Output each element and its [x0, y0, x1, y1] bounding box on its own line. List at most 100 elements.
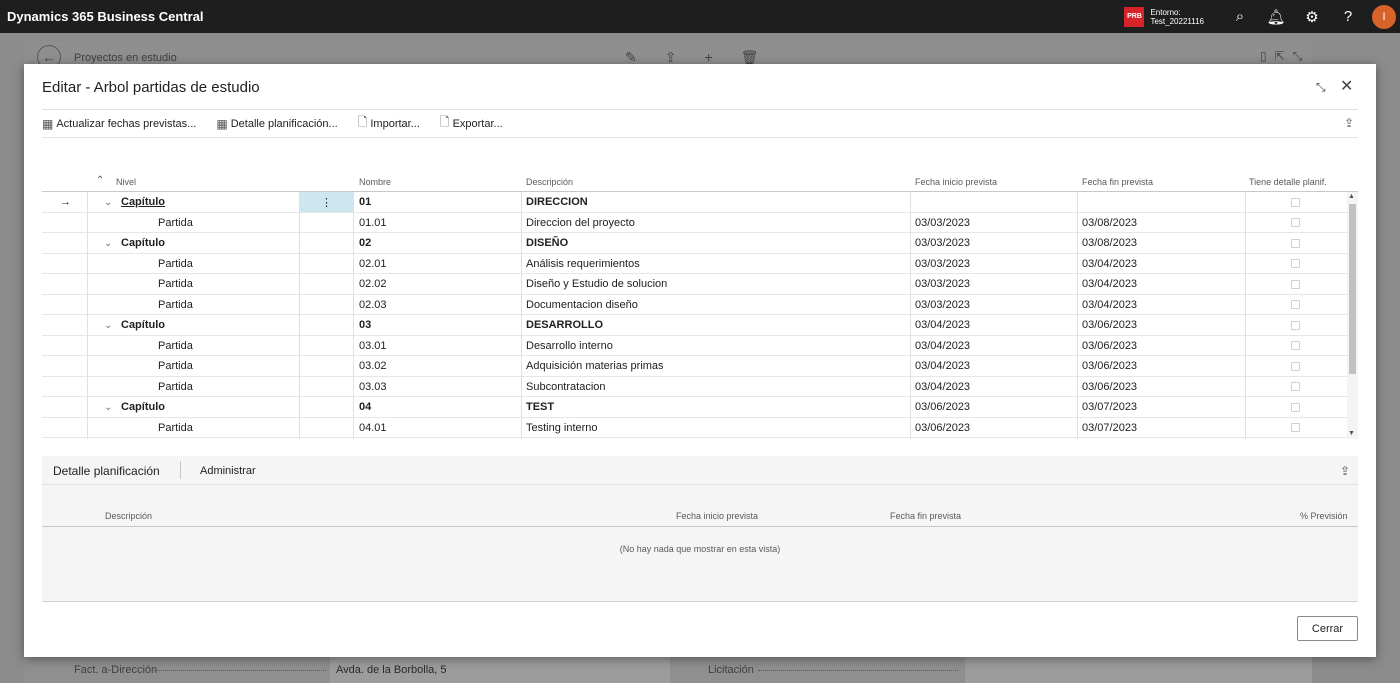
- cell-fecha-inicio[interactable]: 03/04/2023: [915, 315, 970, 335]
- cell-nivel[interactable]: Partida: [158, 377, 193, 397]
- cell-fecha-inicio[interactable]: 03/03/2023: [915, 213, 970, 233]
- cell-fecha-inicio[interactable]: 03/04/2023: [915, 356, 970, 376]
- cell-fecha-fin[interactable]: 03/07/2023: [1082, 418, 1137, 438]
- has-detail-checkbox[interactable]: [1291, 300, 1300, 309]
- cell-descripcion[interactable]: DESARROLLO: [526, 315, 603, 335]
- cell-nivel[interactable]: Partida: [158, 295, 193, 315]
- cell-fecha-fin[interactable]: 03/04/2023: [1082, 274, 1137, 294]
- table-row[interactable]: Partida 02.03 Documentacion diseño 03/03/20…: [42, 294, 1358, 316]
- cell-descripcion[interactable]: Subcontratacion: [526, 377, 606, 397]
- scroll-down-icon[interactable]: ▼: [1348, 430, 1355, 437]
- cell-fecha-fin[interactable]: 03/04/2023: [1082, 295, 1137, 315]
- table-row[interactable]: Partida 03.01 Desarrollo interno 03/04/2023…: [42, 335, 1358, 357]
- part-title[interactable]: Detalle planificación: [53, 464, 160, 478]
- avatar[interactable]: I: [1372, 4, 1396, 29]
- cell-nivel[interactable]: Capítulo: [121, 233, 165, 253]
- cell-nombre[interactable]: 04: [359, 397, 371, 417]
- col-fecha-fin[interactable]: Fecha fin prevista: [1082, 177, 1153, 187]
- has-detail-checkbox[interactable]: [1291, 320, 1300, 330]
- cell-nivel[interactable]: Partida: [158, 356, 193, 376]
- share-icon[interactable]: ⇪: [1344, 116, 1354, 130]
- scroll-thumb[interactable]: [1349, 204, 1356, 374]
- cell-nombre[interactable]: 02: [359, 233, 371, 253]
- cell-descripcion[interactable]: DIRECCION: [526, 192, 588, 212]
- environment-info[interactable]: Entorno: Test_20221116: [1150, 8, 1204, 26]
- cell-nombre[interactable]: 01.01: [359, 213, 387, 233]
- cell-fecha-fin[interactable]: 03/07/2023: [1082, 397, 1137, 417]
- cell-descripcion[interactable]: DISEÑO: [526, 233, 568, 253]
- cell-nombre[interactable]: 03.02: [359, 356, 387, 376]
- table-row[interactable]: Partida 02.01 Análisis requerimientos 03/03…: [42, 253, 1358, 275]
- cell-nombre[interactable]: 01: [359, 192, 371, 212]
- cell-nivel[interactable]: Capítulo: [121, 397, 165, 417]
- cell-fecha-fin[interactable]: 03/06/2023: [1082, 336, 1137, 356]
- has-detail-checkbox[interactable]: [1291, 382, 1300, 391]
- cell-fecha-inicio[interactable]: 03/03/2023: [915, 274, 970, 294]
- has-detail-checkbox[interactable]: [1291, 259, 1300, 268]
- collapse-icon[interactable]: ⤡: [1316, 80, 1326, 95]
- collapse-all-icon[interactable]: ⌃: [96, 175, 104, 186]
- cell-fecha-fin[interactable]: 03/08/2023: [1082, 213, 1137, 233]
- cell-nombre[interactable]: 02.03: [359, 295, 387, 315]
- cell-nombre[interactable]: 03.03: [359, 377, 387, 397]
- cell-descripcion[interactable]: Testing interno: [526, 418, 598, 438]
- table-row[interactable]: Partida 03.03 Subcontratacion 03/04/2023 03/…: [42, 376, 1358, 398]
- cell-nivel[interactable]: Partida: [158, 336, 193, 356]
- search-icon[interactable]: ⌕: [1222, 0, 1258, 33]
- cell-descripcion[interactable]: Diseño y Estudio de solucion: [526, 274, 667, 294]
- cell-descripcion[interactable]: Análisis requerimientos: [526, 254, 640, 274]
- cell-descripcion[interactable]: TEST: [526, 397, 554, 417]
- cell-fecha-inicio[interactable]: 03/04/2023: [915, 336, 970, 356]
- cell-nivel[interactable]: Partida: [158, 213, 193, 233]
- cell-descripcion[interactable]: Adquisición materias primas: [526, 356, 664, 376]
- close-button[interactable]: Cerrar: [1297, 616, 1358, 641]
- has-detail-checkbox[interactable]: [1291, 361, 1300, 371]
- cell-fecha-inicio[interactable]: 03/06/2023: [915, 397, 970, 417]
- has-detail-checkbox[interactable]: [1291, 402, 1300, 412]
- cell-fecha-fin[interactable]: 03/08/2023: [1082, 233, 1137, 253]
- cell-nombre[interactable]: 02.02: [359, 274, 387, 294]
- part-col-prevision[interactable]: % Previsión: [1300, 511, 1348, 521]
- cell-nivel[interactable]: Partida: [158, 254, 193, 274]
- has-detail-checkbox[interactable]: [1291, 341, 1300, 350]
- cell-descripcion[interactable]: Direccion del proyecto: [526, 213, 635, 233]
- chevron-down-icon[interactable]: ⌄: [104, 233, 112, 253]
- table-row[interactable]: ⌄ Capítulo 04 TEST 03/06/2023 03/07/2023: [42, 397, 1358, 418]
- environment-badge[interactable]: PRB: [1124, 6, 1145, 27]
- cell-fecha-fin[interactable]: 03/06/2023: [1082, 356, 1137, 376]
- close-icon[interactable]: ✕: [1340, 76, 1353, 96]
- part-col-descripcion[interactable]: Descripción: [105, 511, 152, 521]
- cell-nombre[interactable]: 03.01: [359, 336, 387, 356]
- col-tiene-detalle[interactable]: Tiene detalle planif.: [1249, 177, 1327, 187]
- part-col-fecha-fin[interactable]: Fecha fin prevista: [890, 511, 961, 521]
- import-action[interactable]: 🗋︎ Importar...: [358, 113, 420, 134]
- table-row[interactable]: Partida 01.01 Direccion del proyecto 03/03/…: [42, 212, 1358, 234]
- table-row[interactable]: ⌄ Capítulo 02 DISEÑO 03/03/2023 03/08/2023: [42, 233, 1358, 254]
- cell-nivel[interactable]: Partida: [158, 418, 193, 438]
- administer-button[interactable]: Administrar: [200, 465, 256, 477]
- cell-nombre[interactable]: 02.01: [359, 254, 387, 274]
- cell-fecha-inicio[interactable]: 03/04/2023: [915, 377, 970, 397]
- chevron-down-icon[interactable]: ⌄: [104, 397, 112, 417]
- cell-nombre[interactable]: 03: [359, 315, 371, 335]
- col-nombre[interactable]: Nombre: [359, 177, 391, 187]
- row-menu-icon[interactable]: ⋮: [300, 192, 353, 212]
- app-title[interactable]: Dynamics 365 Business Central: [7, 9, 204, 24]
- cell-fecha-inicio[interactable]: 03/03/2023: [915, 233, 970, 253]
- planning-detail-action[interactable]: ▦ Detalle planificación...: [216, 117, 337, 131]
- table-row[interactable]: ⌄ Capítulo 03 DESARROLLO 03/04/2023 03/06/202…: [42, 315, 1358, 336]
- table-row[interactable]: Partida 03.02 Adquisición materias primas 0…: [42, 356, 1358, 377]
- has-detail-checkbox[interactable]: [1291, 218, 1300, 227]
- has-detail-checkbox[interactable]: [1291, 423, 1300, 432]
- cell-fecha-fin[interactable]: 03/06/2023: [1082, 315, 1137, 335]
- chevron-down-icon[interactable]: ⌄: [104, 315, 112, 335]
- cell-fecha-inicio[interactable]: 03/03/2023: [915, 254, 970, 274]
- help-icon[interactable]: ?: [1330, 0, 1366, 33]
- cell-descripcion[interactable]: Documentacion diseño: [526, 295, 638, 315]
- cell-nombre[interactable]: 04.01: [359, 418, 387, 438]
- cell-fecha-inicio[interactable]: 03/03/2023: [915, 295, 970, 315]
- grid-scrollbar[interactable]: ▲ ▼: [1347, 192, 1358, 439]
- update-dates-action[interactable]: ▦ Actualizar fechas previstas...: [42, 117, 196, 131]
- export-action[interactable]: 🗋︎ Exportar...: [440, 113, 503, 134]
- cell-fecha-fin[interactable]: 03/04/2023: [1082, 254, 1137, 274]
